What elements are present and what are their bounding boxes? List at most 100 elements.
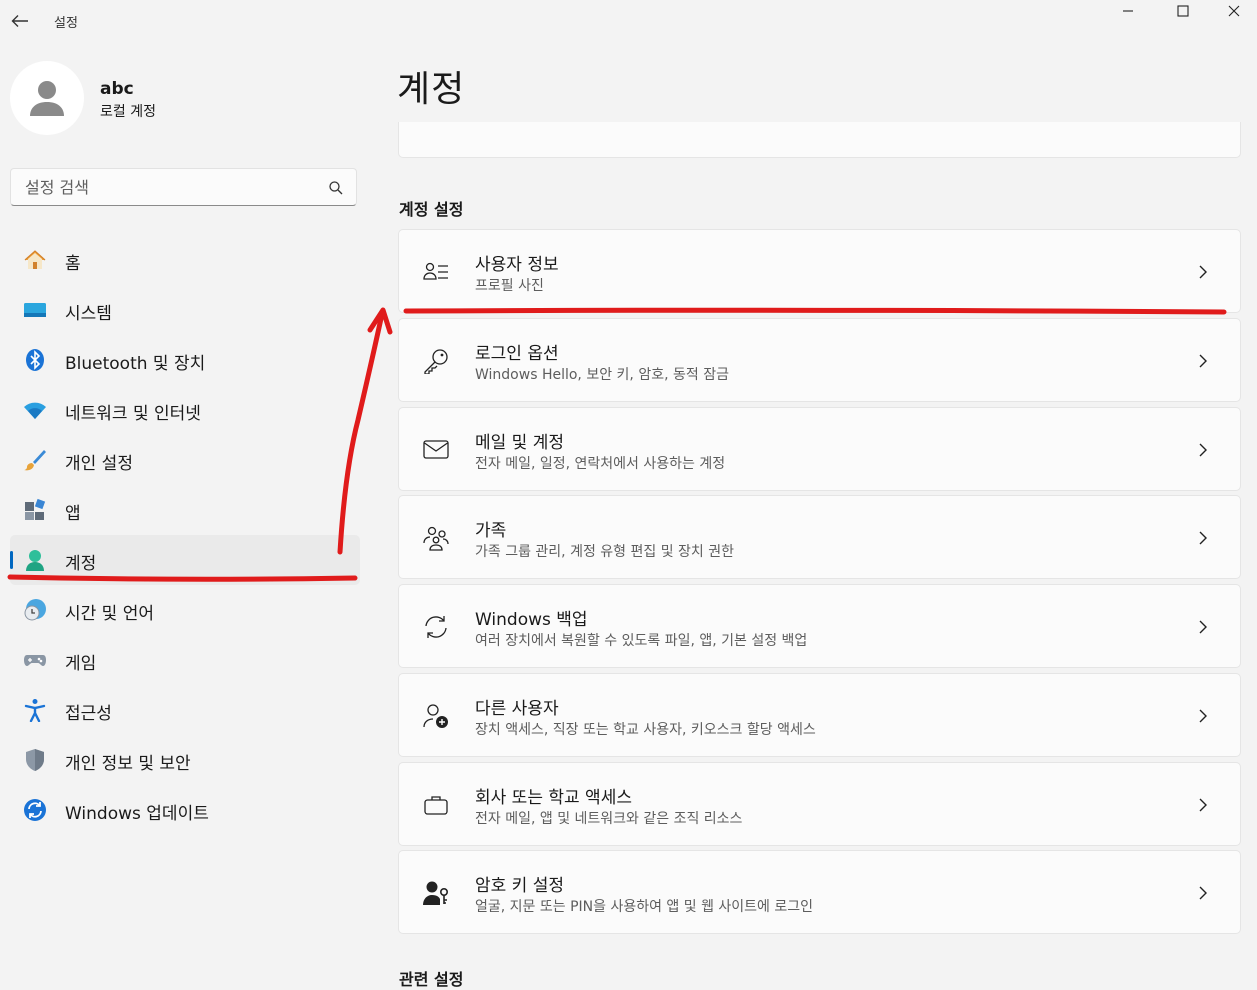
chevron-right-icon <box>1199 443 1207 457</box>
sidebar-item-gaming[interactable]: 게임 <box>10 635 360 685</box>
brush-icon <box>24 450 46 471</box>
card-subtitle: 프로필 사진 <box>475 278 544 294</box>
card-title: 회사 또는 학교 액세스 <box>475 788 632 808</box>
card-subtitle: 여러 장치에서 복원할 수 있도록 파일, 앱, 기본 설정 백업 <box>475 633 808 649</box>
sidebar-item-time-language[interactable]: 시간 및 언어 <box>10 585 360 635</box>
bluetooth-icon <box>26 349 44 371</box>
close-icon <box>1228 5 1240 17</box>
time-language-icon <box>24 599 46 621</box>
card-sign-in-options[interactable]: 로그인 옵션 Windows Hello, 보안 키, 암호, 동적 잠금 <box>398 318 1241 402</box>
sidebar-item-privacy[interactable]: 개인 정보 및 보안 <box>10 735 360 785</box>
sidebar-item-label: 개인 설정 <box>65 454 133 474</box>
close-button[interactable] <box>1211 0 1257 22</box>
account-type: 로컬 계정 <box>100 104 156 120</box>
sidebar-nav: 홈 시스템 Bluetooth 및 장치 네트워크 및 인터넷 개인 설정 앱 … <box>10 235 360 835</box>
card-title: 메일 및 계정 <box>475 433 565 453</box>
card-windows-backup[interactable]: Windows 백업 여러 장치에서 복원할 수 있도록 파일, 앱, 기본 설… <box>398 584 1241 668</box>
minimize-button[interactable] <box>1105 0 1151 22</box>
key-icon <box>424 349 448 374</box>
card-family[interactable]: 가족 가족 그룹 관리, 계정 유형 편집 및 장치 권한 <box>398 495 1241 579</box>
card-title: 암호 키 설정 <box>475 876 565 896</box>
related-settings-title: 관련 설정 <box>399 970 464 989</box>
partial-card <box>398 122 1241 158</box>
back-arrow-icon <box>11 15 28 27</box>
sidebar-item-apps[interactable]: 앱 <box>10 485 360 535</box>
mail-icon <box>423 440 449 459</box>
sidebar-item-label: Bluetooth 및 장치 <box>65 354 206 374</box>
sync-icon <box>425 616 447 638</box>
card-title: 로그인 옵션 <box>475 344 559 364</box>
apps-icon <box>25 498 46 520</box>
accessibility-icon <box>24 699 46 722</box>
chevron-right-icon <box>1199 620 1207 634</box>
passkey-icon <box>423 881 448 905</box>
chevron-right-icon <box>1199 354 1207 368</box>
sidebar-item-accessibility[interactable]: 접근성 <box>10 685 360 735</box>
home-icon <box>24 250 46 269</box>
family-icon <box>423 526 449 551</box>
add-user-icon <box>423 704 448 728</box>
card-title: 사용자 정보 <box>475 255 559 275</box>
gamepad-icon <box>24 655 46 666</box>
card-title: Windows 백업 <box>475 610 588 630</box>
chevron-right-icon <box>1199 709 1207 723</box>
sidebar-item-label: Windows 업데이트 <box>65 804 209 824</box>
card-title: 다른 사용자 <box>475 699 559 719</box>
card-email-accounts[interactable]: 메일 및 계정 전자 메일, 일정, 연락처에서 사용하는 계정 <box>398 407 1241 491</box>
sidebar-item-label: 계정 <box>65 554 97 574</box>
wifi-icon <box>24 402 46 419</box>
maximize-button[interactable] <box>1160 0 1206 22</box>
search-icon[interactable] <box>328 180 344 196</box>
card-title: 가족 <box>475 521 507 541</box>
sidebar-item-label: 게임 <box>65 654 97 674</box>
chevron-right-icon <box>1199 798 1207 812</box>
sidebar-item-label: 시간 및 언어 <box>65 604 155 624</box>
sidebar-item-home[interactable]: 홈 <box>10 235 360 285</box>
chevron-right-icon <box>1199 531 1207 545</box>
card-subtitle: 전자 메일, 일정, 연락처에서 사용하는 계정 <box>475 456 726 472</box>
account-icon <box>26 550 44 571</box>
user-name: abc <box>100 79 134 99</box>
title-bar: 설정 <box>0 0 1257 42</box>
section-title: 계정 설정 <box>399 200 464 219</box>
sidebar-item-bluetooth[interactable]: Bluetooth 및 장치 <box>10 335 360 385</box>
card-user-info[interactable]: 사용자 정보 프로필 사진 <box>398 229 1241 313</box>
sidebar-item-accounts[interactable]: 계정 <box>10 535 360 585</box>
page-title: 계정 <box>397 69 466 110</box>
card-subtitle: Windows Hello, 보안 키, 암호, 동적 잠금 <box>475 367 729 383</box>
search-input[interactable] <box>23 177 317 198</box>
briefcase-icon <box>424 796 448 815</box>
sidebar-item-system[interactable]: 시스템 <box>10 285 360 335</box>
card-subtitle: 장치 액세스, 직장 또는 학교 사용자, 키오스크 할당 액세스 <box>475 722 816 738</box>
sidebar-item-label: 접근성 <box>65 704 112 724</box>
sidebar-item-label: 앱 <box>65 504 81 524</box>
person-icon <box>30 81 64 116</box>
avatar[interactable] <box>10 61 84 135</box>
update-icon <box>24 799 46 821</box>
maximize-icon <box>1177 5 1189 17</box>
card-subtitle: 전자 메일, 앱 및 네트워크와 같은 조직 리소스 <box>475 811 743 827</box>
system-icon <box>24 303 46 317</box>
sidebar-item-label: 개인 정보 및 보안 <box>65 754 191 774</box>
sidebar-item-personalization[interactable]: 개인 설정 <box>10 435 360 485</box>
selection-indicator <box>10 551 13 569</box>
card-passkey-settings[interactable]: 암호 키 설정 얼굴, 지문 또는 PIN을 사용하여 앱 및 웹 사이트에 로… <box>398 850 1241 934</box>
sidebar-item-label: 시스템 <box>65 304 112 324</box>
chevron-right-icon <box>1199 886 1207 900</box>
user-info-icon <box>423 262 448 280</box>
sidebar-item-network[interactable]: 네트워크 및 인터넷 <box>10 385 360 435</box>
card-subtitle: 가족 그룹 관리, 계정 유형 편집 및 장치 권한 <box>475 544 735 560</box>
back-button[interactable] <box>8 10 32 32</box>
card-subtitle: 얼굴, 지문 또는 PIN을 사용하여 앱 및 웹 사이트에 로그인 <box>475 899 814 915</box>
chevron-right-icon <box>1199 265 1207 279</box>
search-box[interactable] <box>10 168 357 206</box>
sidebar-item-label: 홈 <box>65 254 81 274</box>
annotation-arrow-head <box>367 307 393 335</box>
card-other-users[interactable]: 다른 사용자 장치 액세스, 직장 또는 학교 사용자, 키오스크 할당 액세스 <box>398 673 1241 757</box>
minimize-icon <box>1123 10 1133 12</box>
shield-icon <box>26 749 44 771</box>
card-work-school-access[interactable]: 회사 또는 학교 액세스 전자 메일, 앱 및 네트워크와 같은 조직 리소스 <box>398 762 1241 846</box>
sidebar-item-label: 네트워크 및 인터넷 <box>65 404 201 424</box>
app-title: 설정 <box>54 16 78 31</box>
sidebar-item-windows-update[interactable]: Windows 업데이트 <box>10 785 360 835</box>
